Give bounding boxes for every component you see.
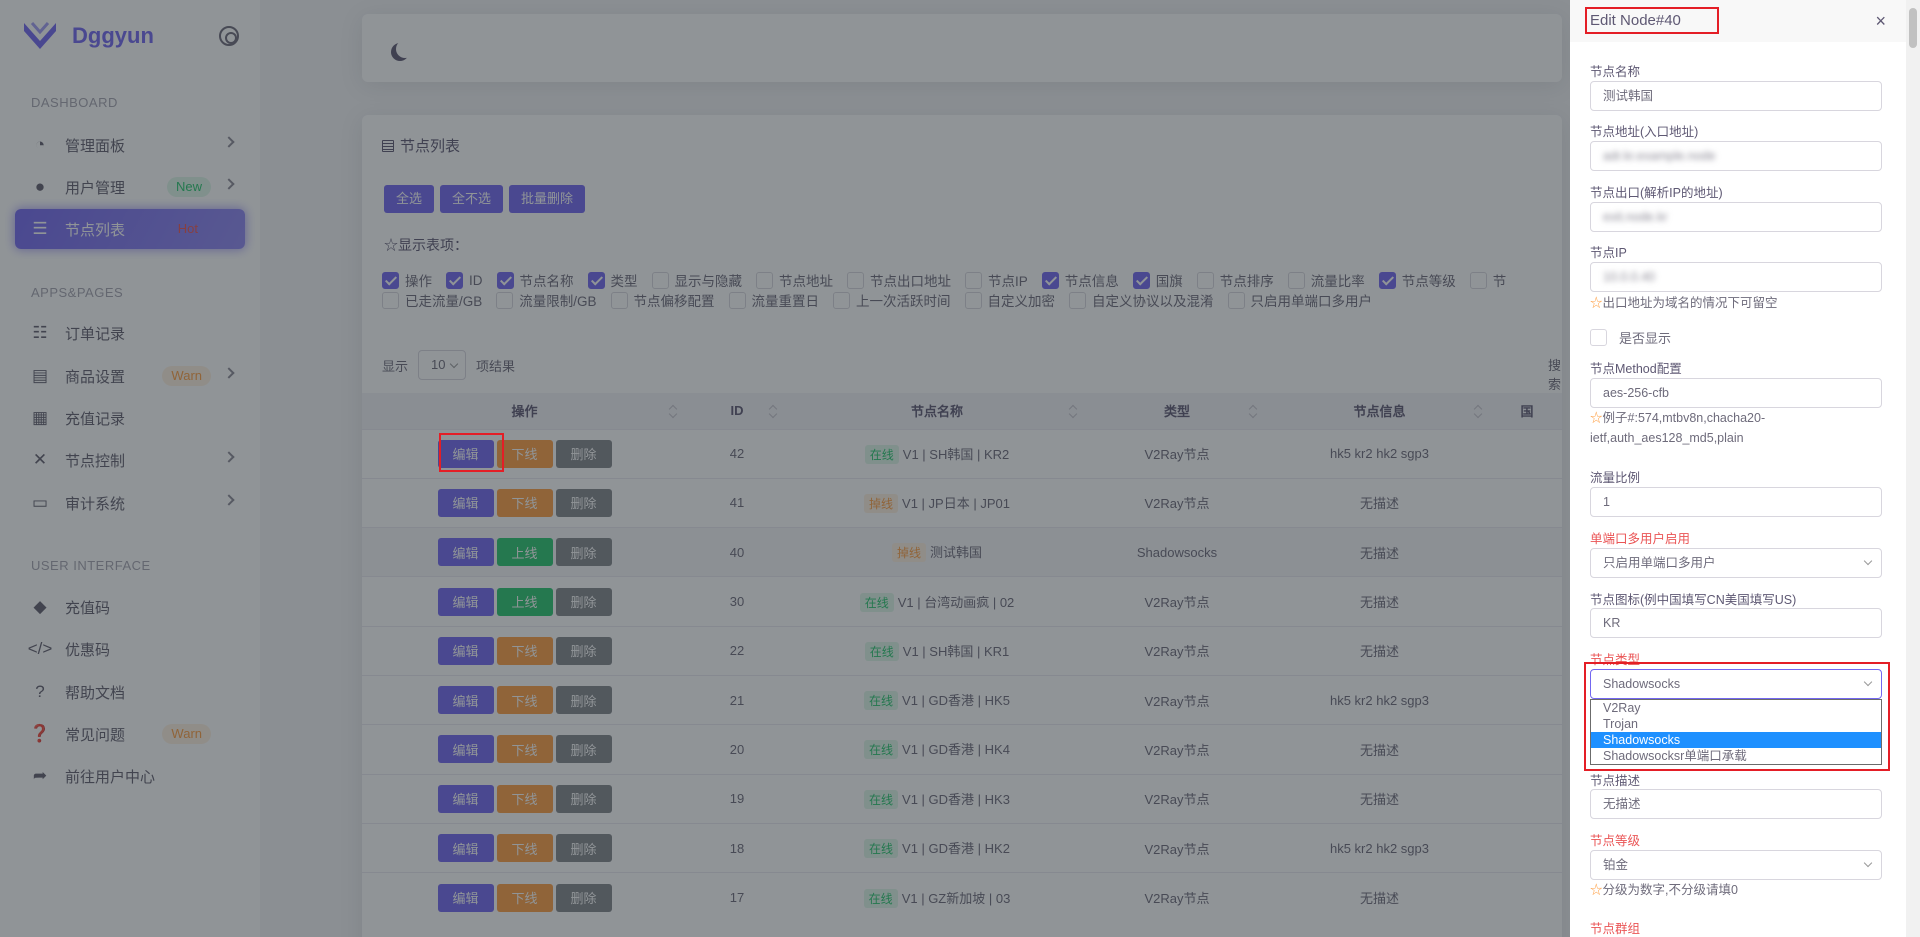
label-node-ip: 节点IP [1590,246,1627,260]
method-input[interactable]: aes-256-cfb [1590,378,1882,408]
label-description: 节点描述 [1590,774,1641,788]
node-address-value: adr.kr.example.node [1603,149,1716,163]
level-select[interactable]: 铂金 [1590,850,1882,880]
label-method: 节点Method配置 [1590,362,1682,376]
label-level: 节点等级 [1590,834,1641,848]
description-input[interactable]: 无描述 [1590,789,1882,819]
star-icon: ☆ [1590,296,1603,310]
show-label: 是否显示 [1619,331,1672,346]
flag-input[interactable]: KR [1590,608,1882,638]
label-node-exit: 节点出口(解析IP的地址) [1590,186,1723,200]
node-ip-input[interactable]: 10.0.0.40 [1590,262,1882,292]
highlight-edit-button [439,433,504,472]
node-name-input[interactable]: 测试韩国 [1590,81,1882,111]
scrollbar[interactable] [1906,0,1920,937]
method-hint: ☆例子#:574,mtbv8n,chacha20-ietf,auth_aes12… [1590,411,1766,445]
node-address-input[interactable]: adr.kr.example.node [1590,141,1882,171]
highlight-panel-title [1585,7,1719,34]
label-single-port: 单端口多用户启用 [1590,532,1691,546]
scrollbar-thumb[interactable] [1909,8,1917,48]
label-group: 节点群组 [1590,922,1641,936]
label-node-name: 节点名称 [1590,65,1641,79]
level-hint: ☆分级为数字,不分级请填0 [1590,883,1738,897]
label-traffic-ratio: 流量比例 [1590,471,1641,485]
show-toggle[interactable]: 是否显示 [1590,328,1671,347]
highlight-node-type [1584,662,1890,771]
show-checkbox[interactable] [1590,329,1607,346]
traffic-ratio-input[interactable]: 1 [1590,487,1882,517]
ip-hint: ☆出口地址为域名的情况下可留空 [1590,296,1778,310]
star-icon: ☆ [1590,411,1603,425]
modal-backdrop[interactable] [0,0,1570,937]
node-exit-value: exit.node.kr [1603,210,1668,224]
close-icon[interactable]: × [1875,12,1886,30]
label-flag: 节点图标(例中国填写CN美国填写US) [1590,593,1797,607]
node-ip-value: 10.0.0.40 [1603,270,1656,284]
single-port-select[interactable]: 只启用单端口多用户 [1590,548,1882,578]
node-exit-input[interactable]: exit.node.kr [1590,202,1882,232]
label-node-address: 节点地址(入口地址) [1590,125,1699,139]
star-icon: ☆ [1590,883,1603,897]
edit-node-panel: Edit Node#40 × 节点名称 测试韩国 节点地址(入口地址) adr.… [1570,0,1906,937]
